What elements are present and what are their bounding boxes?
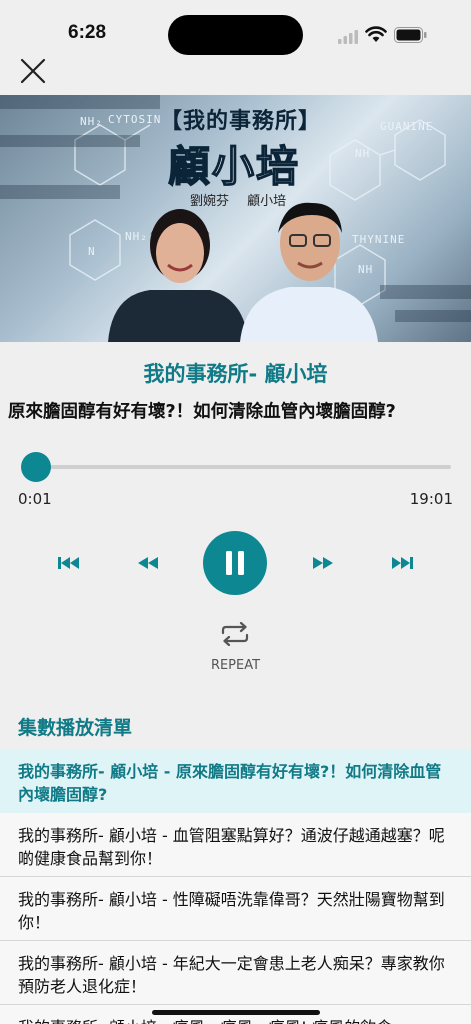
playlist-item-active[interactable]: 我的事務所- 顧小培 - 原來膽固醇有好有壞?！如何清除血管內壞膽固醇? [0,749,471,813]
playlist: 我的事務所- 顧小培 - 原來膽固醇有好有壞?！如何清除血管內壞膽固醇? 我的事… [0,749,471,1024]
skip-previous-icon[interactable] [57,555,81,571]
chem-label: CYTOSIN [108,113,162,126]
playlist-item[interactable]: 我的事務所- 顧小培 - 年紀大一定會患上老人痴呆？專家教你預防老人退化症！ [0,941,471,1005]
wifi-icon [365,26,387,42]
host-portrait-left [108,209,248,342]
pause-icon [226,551,244,575]
repeat-icon[interactable] [219,622,251,646]
banner-name: 顧小培 [167,141,301,192]
chem-label: NH [355,147,371,160]
playlist-item[interactable]: 我的事務所- 顧小培 - 性障礙唔洗靠偉哥？天然壯陽寶物幫到你！ [0,877,471,941]
playlist-heading: 集數播放清單 [18,717,133,739]
chem-label: NH₂ [80,115,103,128]
playlist-item[interactable]: 我的事務所- 顧小培 - 血管阻塞點算好？通波仔越通越塞？呢啲健康食品幫到你！ [0,813,471,877]
home-indicator [152,1010,320,1015]
chem-label: THYNINE [352,233,406,246]
banner-title: 【我的事務所】 [160,109,322,134]
progress-track[interactable] [35,465,451,469]
episode-cover-image: CYTOSIN GUANINE THYNINE NH₂ NH₂ NH NH N … [0,95,471,342]
repeat-label[interactable]: REPEAT [0,658,471,673]
skip-next-icon[interactable] [390,555,414,571]
status-bar: 6:28 [0,0,471,60]
pause-button[interactable] [203,531,267,595]
rewind-icon[interactable] [136,555,160,571]
program-title: 我的事務所- 顧小培 [143,362,328,386]
dynamic-island [168,15,303,55]
chem-label: NH₂ [125,230,148,243]
total-duration: 19:01 [409,490,453,508]
fast-forward-icon[interactable] [311,555,335,571]
elapsed-time: 0:01 [18,490,52,508]
battery-icon [394,27,427,43]
chem-label: GUANINE [380,120,434,133]
status-time: 6:28 [68,22,107,43]
chem-label: NH [358,263,374,276]
chem-label: N [88,245,96,258]
episode-title: 原來膽固醇有好有壞?！如何清除血管內壞膽固醇? [8,402,396,422]
cellular-signal-icon [338,30,358,44]
progress-thumb[interactable] [20,452,51,482]
banner-hosts: 劉婉芬 顧小培 [190,194,287,209]
close-icon[interactable] [18,56,48,86]
